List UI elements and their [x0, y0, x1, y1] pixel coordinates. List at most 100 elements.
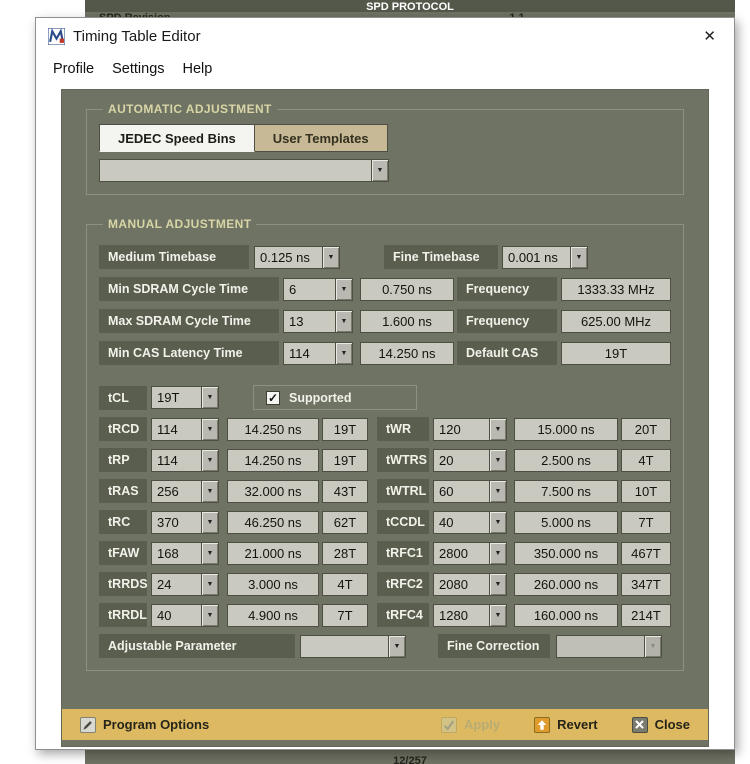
- chevron-down-icon[interactable]: ▼: [644, 636, 661, 657]
- program-options-button[interactable]: Program Options: [80, 717, 209, 733]
- trrds-combo[interactable]: 24▼: [151, 573, 219, 596]
- medium-timebase-combo[interactable]: 0.125 ns ▼: [254, 246, 340, 269]
- menu-item-help[interactable]: Help: [174, 58, 222, 80]
- revert-button[interactable]: Revert: [534, 717, 597, 733]
- supported-checkbox[interactable]: ✓: [266, 391, 280, 405]
- trcd-ns: 14.250 ns: [227, 418, 319, 441]
- manual-adjustment-legend: MANUAL ADJUSTMENT: [103, 217, 256, 231]
- chevron-down-icon[interactable]: ▼: [201, 605, 218, 626]
- adjustable-parameter-combo[interactable]: ▼: [300, 635, 406, 658]
- chevron-down-icon[interactable]: ▼: [489, 605, 506, 626]
- trc-label: tRC: [99, 510, 147, 534]
- tras-t: 43T: [322, 480, 368, 503]
- chevron-down-icon[interactable]: ▼: [489, 512, 506, 533]
- twr-combo[interactable]: 120▼: [433, 418, 507, 441]
- fine-correction-label: Fine Correction: [438, 634, 550, 658]
- trrdl-ns: 4.900 ns: [227, 604, 319, 627]
- background-window: SPD PROTOCOL SPD Revision 1.1: [85, 0, 735, 18]
- menu-item-settings[interactable]: Settings: [103, 58, 173, 80]
- fine-timebase-combo[interactable]: 0.001 ns ▼: [502, 246, 588, 269]
- pen-icon: [80, 717, 96, 733]
- chevron-down-icon[interactable]: ▼: [335, 311, 352, 332]
- trcd-t: 19T: [322, 418, 368, 441]
- twtrl-combo[interactable]: 60▼: [433, 480, 507, 503]
- trrdl-t: 7T: [322, 604, 368, 627]
- twtrs-t: 4T: [621, 449, 671, 472]
- tras-combo[interactable]: 256▼: [151, 480, 219, 503]
- trc-combo[interactable]: 370▼: [151, 511, 219, 534]
- max-cycle-combo[interactable]: 13 ▼: [283, 310, 353, 333]
- timing-row: tRRDS 24▼ 3.000 ns 4T tRFC2 2080▼ 260.00…: [99, 572, 671, 596]
- trcd-combo[interactable]: 114▼: [151, 418, 219, 441]
- frequency-label: Frequency: [457, 277, 557, 301]
- chevron-down-icon[interactable]: ▼: [201, 387, 218, 408]
- trp-label: tRP: [99, 448, 147, 472]
- fine-timebase-label: Fine Timebase: [384, 245, 498, 269]
- trc-t: 62T: [322, 511, 368, 534]
- close-icon[interactable]: ✕: [697, 25, 722, 47]
- twtrl-label: tWTRL: [377, 479, 429, 503]
- chevron-down-icon[interactable]: ▼: [388, 636, 405, 657]
- chevron-down-icon[interactable]: ▼: [570, 247, 587, 268]
- chevron-down-icon[interactable]: ▼: [489, 419, 506, 440]
- medium-timebase-label: Medium Timebase: [99, 245, 249, 269]
- chevron-down-icon[interactable]: ▼: [489, 574, 506, 595]
- manual-adjustment-group: MANUAL ADJUSTMENT Medium Timebase 0.125 …: [86, 217, 684, 671]
- chevron-down-icon[interactable]: ▼: [201, 450, 218, 471]
- menu-item-profile[interactable]: Profile: [44, 58, 103, 80]
- adjustable-parameter-label: Adjustable Parameter: [99, 634, 295, 658]
- trfc2-combo[interactable]: 2080▼: [433, 573, 507, 596]
- tab-user-templates[interactable]: User Templates: [255, 124, 388, 152]
- chevron-down-icon[interactable]: ▼: [489, 481, 506, 502]
- close-button[interactable]: Close: [632, 717, 690, 733]
- twr-label: tWR: [377, 417, 429, 441]
- twtrs-ns: 2.500 ns: [514, 449, 618, 472]
- chevron-down-icon[interactable]: ▼: [335, 343, 352, 364]
- trcd-label: tRCD: [99, 417, 147, 441]
- chevron-down-icon[interactable]: ▼: [489, 450, 506, 471]
- trfc1-t: 467T: [621, 542, 671, 565]
- background-bottom-row: 12/257: [85, 750, 735, 764]
- max-cycle-label: Max SDRAM Cycle Time: [99, 309, 279, 333]
- tab-jedec-speed-bins[interactable]: JEDEC Speed Bins: [99, 124, 255, 152]
- titlebar[interactable]: Timing Table Editor ✕: [36, 18, 734, 54]
- apply-button[interactable]: Apply: [441, 717, 500, 733]
- tcl-row: tCL 19T ▼ ✓ Supported: [99, 385, 671, 410]
- max-cycle-row: Max SDRAM Cycle Time 13 ▼ 1.600 ns Frequ…: [99, 309, 671, 333]
- fine-correction-combo[interactable]: ▼: [556, 635, 662, 658]
- automatic-adjustment-group: AUTOMATIC ADJUSTMENT JEDEC Speed Bins Us…: [86, 102, 684, 195]
- chevron-down-icon[interactable]: ▼: [322, 247, 339, 268]
- trrdl-combo[interactable]: 40▼: [151, 604, 219, 627]
- adjustable-row: Adjustable Parameter ▼ Fine Correction ▼: [99, 634, 671, 658]
- chevron-down-icon[interactable]: ▼: [201, 543, 218, 564]
- app-icon: [48, 28, 65, 45]
- trc-ns: 46.250 ns: [227, 511, 319, 534]
- tfaw-t: 28T: [322, 542, 368, 565]
- tccdl-combo[interactable]: 40▼: [433, 511, 507, 534]
- trp-combo[interactable]: 114▼: [151, 449, 219, 472]
- tcl-combo[interactable]: 19T ▼: [151, 386, 219, 409]
- supported-label: Supported: [289, 391, 352, 405]
- automatic-adjustment-legend: AUTOMATIC ADJUSTMENT: [103, 102, 277, 116]
- twtrs-combo[interactable]: 20▼: [433, 449, 507, 472]
- tras-label: tRAS: [99, 479, 147, 503]
- speed-bin-combo[interactable]: ▼: [99, 159, 389, 182]
- timing-row: tFAW 168▼ 21.000 ns 28T tRFC1 2800▼ 350.…: [99, 541, 671, 565]
- tfaw-combo[interactable]: 168▼: [151, 542, 219, 565]
- chevron-down-icon[interactable]: ▼: [201, 574, 218, 595]
- chevron-down-icon[interactable]: ▼: [489, 543, 506, 564]
- chevron-down-icon[interactable]: ▼: [371, 160, 388, 181]
- trfc4-t: 214T: [621, 604, 671, 627]
- chevron-down-icon[interactable]: ▼: [201, 512, 218, 533]
- trfc4-combo[interactable]: 1280▼: [433, 604, 507, 627]
- min-cas-combo[interactable]: 114 ▼: [283, 342, 353, 365]
- trfc2-ns: 260.000 ns: [514, 573, 618, 596]
- default-cas-value: 19T: [561, 342, 671, 365]
- chevron-down-icon[interactable]: ▼: [201, 481, 218, 502]
- chevron-down-icon[interactable]: ▼: [335, 279, 352, 300]
- min-cycle-combo[interactable]: 6 ▼: [283, 278, 353, 301]
- trfc1-combo[interactable]: 2800▼: [433, 542, 507, 565]
- twr-t: 20T: [621, 418, 671, 441]
- tras-ns: 32.000 ns: [227, 480, 319, 503]
- chevron-down-icon[interactable]: ▼: [201, 419, 218, 440]
